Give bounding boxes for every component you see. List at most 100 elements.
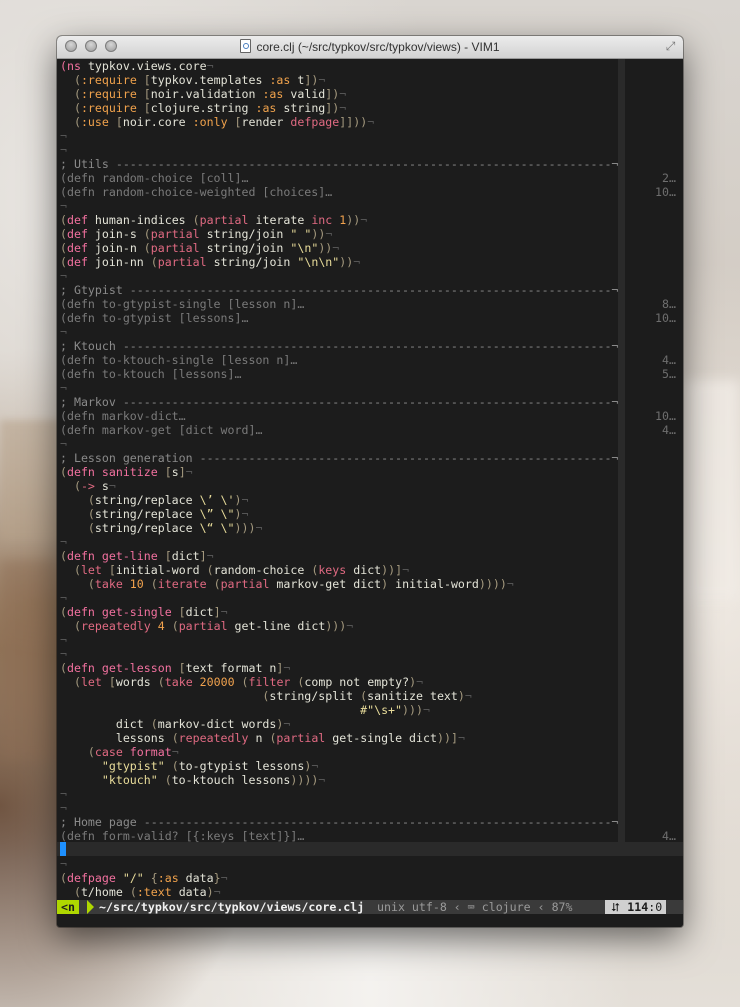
- code-line[interactable]: (case format¬: [57, 745, 683, 759]
- code-token: (: [60, 885, 81, 899]
- code-line[interactable]: (let [initial-word (random-choice (keys …: [57, 563, 683, 577]
- code-token: )): [234, 521, 249, 535]
- code-line[interactable]: (t/home (:text data)¬: [57, 885, 683, 899]
- text-editor[interactable]: (ns typkov.views.core¬ (:require [typkov…: [57, 59, 683, 913]
- code-line[interactable]: (defpage "/" {:as data}¬: [57, 871, 683, 885]
- code-token: ¬: [60, 535, 67, 549]
- fullscreen-icon[interactable]: ⤢: [664, 40, 677, 53]
- code-token: iterate: [157, 577, 207, 591]
- command-line[interactable]: [57, 914, 683, 927]
- code-token: [: [136, 101, 151, 115]
- code-token: defn: [66, 661, 95, 675]
- code-line[interactable]: ¬: [57, 381, 683, 395]
- code-line[interactable]: (repeatedly 4 (partial get-line dict)))¬: [57, 619, 683, 633]
- code-line[interactable]: (defn random-choice-weighted [choices]… 1…: [57, 185, 683, 199]
- code-token: " ": [290, 227, 312, 241]
- title-bar[interactable]: core.clj (~/src/typkov/src/typkov/views)…: [57, 36, 683, 59]
- code-line[interactable]: (def human-indices (partial iterate inc …: [57, 213, 683, 227]
- code-line[interactable]: (string/replace \“ \")))¬: [57, 521, 683, 535]
- code-token: (: [60, 871, 67, 885]
- code-line[interactable]: ¬: [57, 325, 683, 339]
- code-token: ; Utils --------------------------------…: [60, 157, 619, 171]
- code-line[interactable]: ¬: [57, 129, 683, 143]
- code-line[interactable]: (def join-nn (partial string/join "\n\n"…: [57, 255, 683, 269]
- code-token: (: [60, 479, 81, 493]
- code-line[interactable]: ; Gtypist ------------------------------…: [57, 283, 683, 297]
- code-line[interactable]: (defn sanitize [s]¬: [57, 465, 683, 479]
- code-token: iterate: [248, 213, 312, 227]
- file-path: ~/src/typkov/src/typkov/views/core.clj: [99, 900, 365, 914]
- code-token: [: [101, 675, 116, 689]
- code-line[interactable]: "gtypist" (to-gtypist lessons)¬: [57, 759, 683, 773]
- code-token: markov-get dict: [269, 577, 382, 591]
- code-token: t: [290, 73, 305, 87]
- code-line[interactable]: (defn to-ktouch [lessons]… 5…: [57, 367, 683, 381]
- code-token: ; Gtypist ------------------------------…: [60, 283, 619, 297]
- scroll-percent: 87%: [551, 900, 573, 914]
- code-line[interactable]: (defn to-ktouch-single [lesson n]… 4…: [57, 353, 683, 367]
- line-icon: ⮃: [611, 900, 621, 914]
- code-line[interactable]: (-> s¬: [57, 479, 683, 493]
- code-token: ): [234, 507, 242, 521]
- code-line[interactable]: ; Ktouch -------------------------------…: [57, 339, 683, 353]
- code-token: take: [164, 675, 193, 689]
- code-line[interactable]: (:require [noir.validation :as valid])¬: [57, 87, 683, 101]
- code-line[interactable]: (let [words (take 20000 (filter (comp no…: [57, 675, 683, 689]
- code-line[interactable]: ; Home page ----------------------------…: [57, 815, 683, 829]
- code-token: (defn random-choice-weighted [choices]…: [60, 185, 333, 199]
- code-line[interactable]: (defn get-single [dict]¬: [57, 605, 683, 619]
- code-line[interactable]: (defn to-gtypist-single [lesson n]… 8…: [57, 297, 683, 311]
- code-token: dict: [346, 563, 382, 577]
- code-token: ¬: [60, 647, 67, 661]
- code-line[interactable]: (defn to-gtypist [lessons]… 10…: [57, 311, 683, 325]
- code-line[interactable]: ; Utils --------------------------------…: [57, 157, 683, 171]
- code-line[interactable]: lessons (repeatedly n (partial get-singl…: [57, 731, 683, 745]
- code-token: join-nn: [87, 255, 151, 269]
- code-line[interactable]: (defn get-line [dict]¬: [57, 549, 683, 563]
- code-line[interactable]: (defn get-lesson [text format n]¬: [57, 661, 683, 675]
- code-line[interactable]: ¬: [57, 801, 683, 815]
- code-token: ; Home page ----------------------------…: [60, 815, 619, 829]
- code-line[interactable]: ; Markov -------------------------------…: [57, 395, 683, 409]
- code-token: ¬: [506, 577, 514, 591]
- code-line[interactable]: [57, 843, 683, 857]
- code-line[interactable]: (take 10 (iterate (partial markov-get di…: [57, 577, 683, 591]
- code-line[interactable]: ¬: [57, 269, 683, 283]
- code-token: (defn markov-dict…: [60, 409, 186, 423]
- code-line[interactable]: (defn markov-dict… 10…: [57, 409, 683, 423]
- code-token: ¬: [60, 199, 67, 213]
- code-token: ¬: [353, 255, 361, 269]
- code-line[interactable]: ¬: [57, 857, 683, 871]
- code-line[interactable]: ¬: [57, 647, 683, 661]
- code-line[interactable]: ; Lesson generation --------------------…: [57, 451, 683, 465]
- code-token: string/replace: [94, 521, 200, 535]
- code-line[interactable]: (ns typkov.views.core¬: [57, 59, 683, 73]
- code-line[interactable]: ¬: [57, 143, 683, 157]
- code-line[interactable]: (def join-n (partial string/join "\n"))¬: [57, 241, 683, 255]
- code-token: ¬: [457, 731, 465, 745]
- code-line[interactable]: (def join-s (partial string/join " "))¬: [57, 227, 683, 241]
- code-line[interactable]: (:require [clojure.string :as string])¬: [57, 101, 683, 115]
- code-line[interactable]: ¬: [57, 591, 683, 605]
- code-token: dict: [171, 549, 200, 563]
- code-line[interactable]: ¬: [57, 787, 683, 801]
- code-line[interactable]: ¬: [57, 633, 683, 647]
- code-line[interactable]: ¬: [57, 199, 683, 213]
- code-line[interactable]: (string/replace \” \")¬: [57, 507, 683, 521]
- code-line[interactable]: ¬: [57, 437, 683, 451]
- code-token: (: [60, 493, 95, 507]
- code-line[interactable]: (string/replace \’ \')¬: [57, 493, 683, 507]
- code-line[interactable]: "ktouch" (to-ktouch lessons))))¬: [57, 773, 683, 787]
- code-line[interactable]: dict (markov-dict words)¬: [57, 717, 683, 731]
- code-line[interactable]: (:require [typkov.templates :as t])¬: [57, 73, 683, 87]
- code-line[interactable]: (:use [noir.core :only [render defpage]]…: [57, 115, 683, 129]
- code-line[interactable]: ¬: [57, 535, 683, 549]
- code-token: ¬: [60, 381, 67, 395]
- code-token: ¬: [311, 759, 319, 773]
- code-line[interactable]: #"\s+")))¬: [57, 703, 683, 717]
- code-line[interactable]: (defn random-choice [coll]… 2…: [57, 171, 683, 185]
- code-line[interactable]: (defn markov-get [dict word]… 4…: [57, 423, 683, 437]
- code-line[interactable]: (string/split (sanitize text)¬: [57, 689, 683, 703]
- code-line[interactable]: (defn form-valid? [{:keys [text]}]… 4…: [57, 829, 683, 843]
- code-token: defn: [66, 465, 95, 479]
